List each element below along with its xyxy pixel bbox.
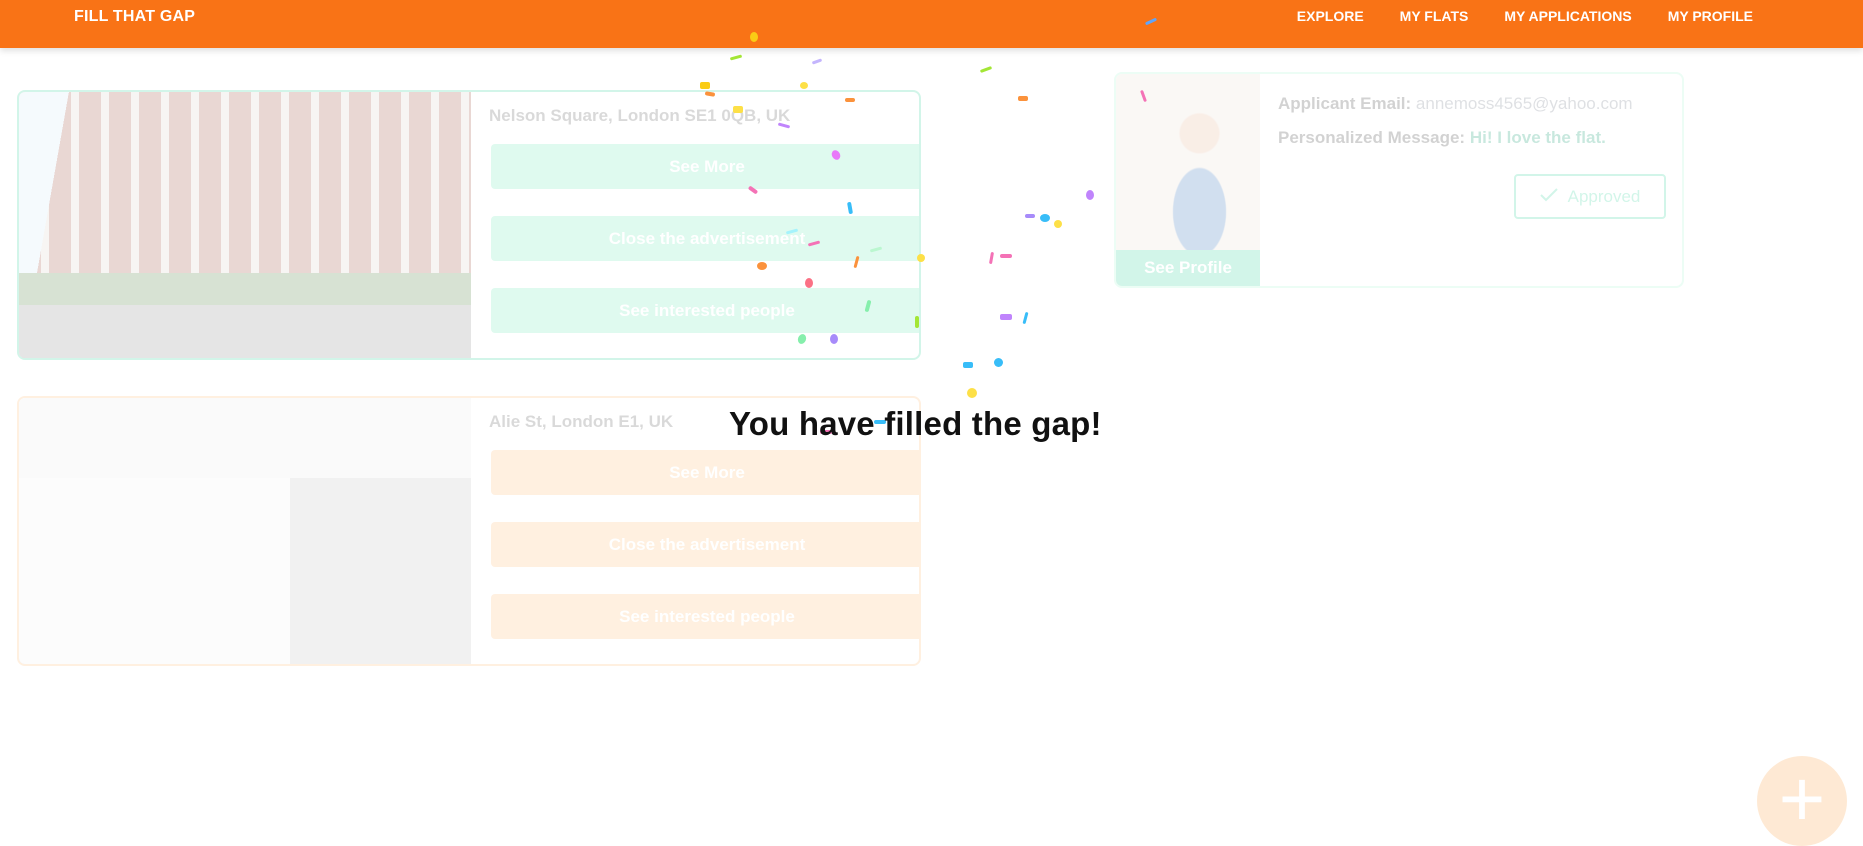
flat-details: Nelson Square, London SE1 0QB, UK See Mo… bbox=[489, 100, 919, 358]
plus-icon: + bbox=[1778, 754, 1826, 843]
confetti-piece bbox=[1022, 311, 1029, 325]
confetti-piece bbox=[845, 98, 855, 102]
confetti-piece bbox=[979, 66, 993, 73]
confetti-piece bbox=[915, 316, 919, 328]
confetti-piece bbox=[830, 334, 838, 344]
application-info: Applicant Email: annemoss4565@yahoo.com … bbox=[1278, 94, 1633, 162]
confetti-piece bbox=[800, 82, 808, 89]
confetti-piece bbox=[1040, 214, 1050, 222]
confetti-piece bbox=[750, 32, 758, 42]
confetti-piece bbox=[967, 388, 977, 398]
nav-explore[interactable]: EXPLORE bbox=[1297, 8, 1364, 24]
applicant-email: annemoss4565@yahoo.com bbox=[1415, 94, 1633, 113]
confetti-piece bbox=[963, 362, 973, 368]
nav-my-profile[interactable]: MY PROFILE bbox=[1668, 8, 1753, 24]
close-advertisement-button[interactable]: Close the advertisement bbox=[491, 216, 919, 261]
approved-button[interactable]: Approved bbox=[1514, 174, 1666, 219]
see-interested-people-button[interactable]: See interested people bbox=[491, 288, 919, 333]
flat-details: Alie St, London E1, UK See More Close th… bbox=[489, 406, 919, 664]
confetti-piece bbox=[757, 262, 767, 270]
approved-label: Approved bbox=[1567, 186, 1641, 206]
success-headline: You have filled the gap! bbox=[729, 405, 1102, 442]
confetti-piece bbox=[811, 58, 823, 65]
confetti-piece bbox=[1086, 190, 1094, 200]
confetti-piece bbox=[729, 54, 743, 61]
nav-my-applications[interactable]: MY APPLICATIONS bbox=[1504, 8, 1631, 24]
see-more-button[interactable]: See More bbox=[491, 144, 919, 189]
flat-photo bbox=[19, 92, 471, 358]
close-advertisement-button[interactable]: Close the advertisement bbox=[491, 522, 919, 567]
confetti-piece bbox=[700, 82, 710, 89]
personalized-message: Hi! I love the flat. bbox=[1469, 128, 1606, 147]
flat-card: Nelson Square, London SE1 0QB, UK See Mo… bbox=[17, 90, 921, 360]
flat-photo bbox=[19, 398, 471, 664]
see-profile-button[interactable]: See Profile bbox=[1116, 250, 1260, 286]
confetti-piece bbox=[1025, 214, 1035, 218]
nav-links: EXPLORE MY FLATS MY APPLICATIONS MY PROF… bbox=[1297, 8, 1753, 24]
check-icon bbox=[1539, 187, 1558, 207]
see-more-button[interactable]: See More bbox=[491, 450, 919, 495]
email-label: Applicant Email: bbox=[1278, 94, 1412, 113]
confetti-piece bbox=[1054, 220, 1062, 228]
nav-my-flats[interactable]: MY FLATS bbox=[1400, 8, 1469, 24]
message-row: Personalized Message: Hi! I love the fla… bbox=[1278, 128, 1633, 148]
email-row: Applicant Email: annemoss4565@yahoo.com bbox=[1278, 94, 1633, 114]
message-label: Personalized Message: bbox=[1278, 128, 1466, 147]
brand-logo[interactable]: FILL THAT GAP bbox=[74, 8, 195, 26]
confetti-piece bbox=[988, 251, 995, 265]
see-interested-people-button[interactable]: See interested people bbox=[491, 594, 919, 639]
top-navbar: FILL THAT GAP EXPLORE MY FLATS MY APPLIC… bbox=[0, 0, 1863, 48]
confetti-piece bbox=[733, 106, 743, 113]
confetti-piece bbox=[1000, 314, 1012, 320]
application-card: See Profile Applicant Email: annemoss456… bbox=[1114, 72, 1684, 288]
add-flat-button[interactable]: + bbox=[1757, 756, 1847, 846]
confetti-piece bbox=[1000, 254, 1012, 258]
confetti-piece bbox=[994, 358, 1003, 367]
confetti-piece bbox=[805, 278, 813, 288]
confetti-piece bbox=[1018, 96, 1028, 101]
flat-address: Nelson Square, London SE1 0QB, UK bbox=[489, 106, 791, 125]
confetti-piece bbox=[917, 254, 925, 262]
